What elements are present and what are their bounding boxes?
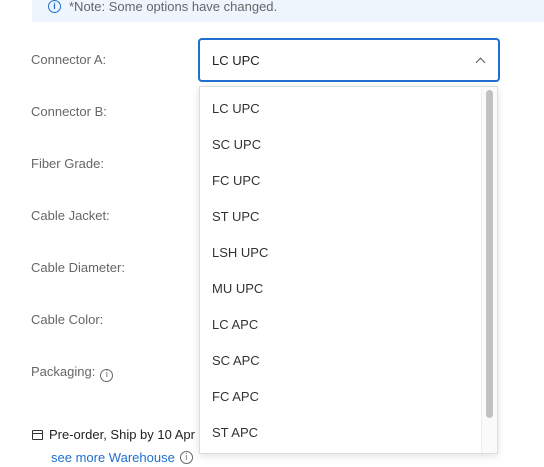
packaging-label-text: Packaging: <box>31 364 96 379</box>
see-more-warehouse-link[interactable]: see more Warehouse i <box>51 450 193 465</box>
cable-jacket-label: Cable Jacket: <box>31 208 110 223</box>
page: i *Note: Some options have changed. Conn… <box>0 0 544 467</box>
dropdown-option-fc-apc[interactable]: FC APC <box>212 379 259 415</box>
dropdown-option-st-upc[interactable]: ST UPC <box>212 199 259 235</box>
preorder-info: Pre-order, Ship by 10 Apr <box>32 427 195 442</box>
packaging-label: Packaging: i <box>31 364 114 382</box>
connector-a-select[interactable]: LC UPC <box>198 38 500 82</box>
info-icon[interactable]: i <box>100 368 114 382</box>
connector-a-selected-value: LC UPC <box>212 52 260 68</box>
info-icon: i <box>48 0 61 13</box>
dropdown-option-sc-upc[interactable]: SC UPC <box>212 127 261 163</box>
dropdown-option-fc-upc[interactable]: FC UPC <box>212 163 260 199</box>
connector-a-label: Connector A: <box>31 52 107 67</box>
notice-text: *Note: Some options have changed. <box>69 0 278 14</box>
connector-a-dropdown: LC UPC SC UPC FC UPC ST UPC LSH UPC MU U… <box>199 86 498 454</box>
fiber-grade-label: Fiber Grade: <box>31 156 104 171</box>
dropdown-scrollbar[interactable] <box>481 87 497 453</box>
dropdown-option-mu-upc[interactable]: MU UPC <box>212 271 263 307</box>
warehouse-link-text[interactable]: see more Warehouse <box>51 450 175 465</box>
dropdown-option-lsh-upc[interactable]: LSH UPC <box>212 235 268 271</box>
preorder-text: Pre-order, Ship by 10 Apr <box>49 427 195 442</box>
dropdown-option-lc-apc[interactable]: LC APC <box>212 307 258 343</box>
dropdown-option-st-apc[interactable]: ST APC <box>212 415 258 451</box>
info-icon[interactable]: i <box>179 451 193 464</box>
cable-diameter-label: Cable Diameter: <box>31 260 125 275</box>
calendar-icon <box>32 429 43 440</box>
dropdown-option-sc-apc[interactable]: SC APC <box>212 343 260 379</box>
cable-color-label: Cable Color: <box>31 312 104 327</box>
dropdown-scrollbar-thumb[interactable] <box>486 90 493 418</box>
connector-b-label: Connector B: <box>31 104 107 119</box>
dropdown-option-lc-upc[interactable]: LC UPC <box>212 91 260 127</box>
notice-banner: i *Note: Some options have changed. <box>32 0 544 22</box>
chevron-up-icon <box>475 57 486 67</box>
